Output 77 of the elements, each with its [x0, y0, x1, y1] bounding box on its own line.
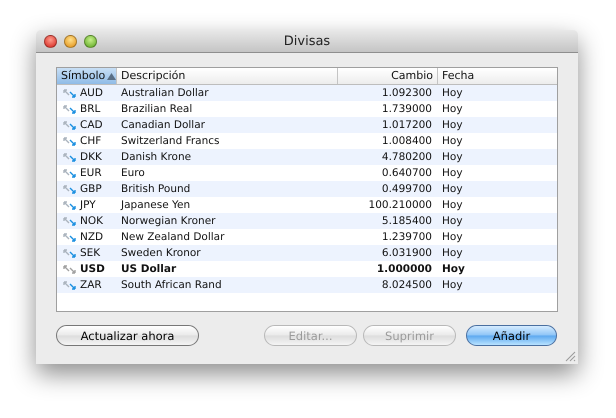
table-cell-text: Hoy — [441, 102, 464, 117]
column-header[interactable]: Símbolo — [57, 68, 117, 84]
exchange-arrows-icon — [63, 152, 77, 162]
exchange-arrows-icon — [63, 232, 77, 242]
table-cell-text: 8.024500 — [380, 278, 433, 293]
table-cell-text: ZAR — [80, 278, 102, 293]
table-cell-text: Switzerland Francs — [120, 134, 221, 149]
exchange-arrows-icon — [63, 216, 77, 226]
table-cell-text: 1.239700 — [380, 230, 433, 245]
table-cell-text: Sweden Kronor — [120, 246, 202, 261]
table-cell-text: Japanese Yen — [120, 198, 192, 213]
table-cell-text: 1.000000 — [376, 262, 433, 277]
table-cell-text: 1.739000 — [380, 102, 433, 117]
table-cell-text: JPY — [80, 198, 96, 213]
exchange-arrows-icon — [63, 184, 77, 194]
exchange-arrows-icon — [63, 280, 77, 290]
table-cell-text: DKK — [80, 150, 102, 165]
exchange-arrows-icon — [63, 136, 77, 146]
table-cell-text: US Dollar — [120, 262, 178, 277]
table-cell-text: EUR — [80, 166, 102, 181]
exchange-arrows-icon — [63, 248, 77, 258]
table-cell-text: Canadian Dollar — [120, 118, 206, 133]
table-cell-text: Australian Dollar — [120, 86, 210, 101]
table-cell-text: AUD — [80, 86, 103, 101]
table-cell-text: NOK — [80, 214, 104, 229]
table-cell-text: Brazilian Real — [120, 102, 194, 117]
table-cell-text: Hoy — [441, 86, 464, 101]
table-cell-text: Hoy — [441, 182, 464, 197]
table-cell-text: 6.031900 — [380, 246, 433, 261]
table-cell-text: 5.185400 — [380, 214, 433, 229]
minimize-button[interactable] — [64, 34, 77, 48]
push-button[interactable]: Añadir — [466, 325, 557, 346]
table-cell-text: British Pound — [120, 182, 192, 197]
table-cell-text: Danish Krone — [120, 150, 192, 165]
table-cell-text: 1.008400 — [380, 134, 433, 149]
push-button[interactable]: Actualizar ahora — [56, 325, 199, 346]
table-cell-text: Hoy — [441, 246, 464, 261]
table-cell-text: Hoy — [441, 230, 464, 245]
table-cell-text: 1.092300 — [380, 86, 433, 101]
exchange-arrows-icon — [63, 168, 77, 178]
table-cell-text: 0.640700 — [380, 166, 433, 181]
exchange-arrows-icon — [63, 200, 77, 210]
table-cell-text: NZD — [80, 230, 104, 245]
table-cell-text: Hoy — [441, 198, 464, 213]
table-cell-text: Euro — [120, 166, 146, 181]
table-cell-text: Hoy — [441, 118, 464, 133]
table-cell-text: 4.780200 — [380, 150, 433, 165]
resize-grip-icon — [565, 351, 576, 362]
zoom-button[interactable] — [84, 34, 97, 48]
table-cell-text: Hoy — [441, 166, 464, 181]
table-cell-text: CHF — [80, 134, 102, 149]
table-cell-text: Hoy — [441, 150, 464, 165]
window-title: Divisas — [284, 34, 330, 48]
close-button[interactable] — [44, 34, 57, 48]
table-cell-text: BRL — [80, 102, 100, 117]
table-cell-text: 0.499700 — [380, 182, 433, 197]
table-cell-text: CAD — [80, 118, 103, 133]
table-cell-text: Hoy — [441, 134, 464, 149]
table-cell-text: USD — [80, 262, 105, 277]
sort-up-icon — [107, 72, 116, 80]
table-cell-text: Hoy — [441, 214, 464, 229]
column-header[interactable]: Fecha — [438, 68, 557, 84]
exchange-arrows-icon — [63, 120, 77, 130]
table-cell-text: 1.017200 — [380, 118, 433, 133]
table-cell-text: Hoy — [441, 278, 464, 293]
table-cell-text: South African Rand — [120, 278, 223, 293]
table-cell-text: Norwegian Kroner — [120, 214, 216, 229]
column-header[interactable]: Cambio — [338, 68, 438, 84]
exchange-arrows-icon — [63, 88, 77, 98]
table-cell-text: New Zealand Dollar — [120, 230, 226, 245]
table-cell-text: Hoy — [441, 262, 466, 277]
exchange-arrows-icon — [63, 264, 77, 274]
table-cell-text: GBP — [80, 182, 102, 197]
column-header[interactable]: Descripción — [117, 68, 338, 84]
table-cell-text: 100.210000 — [368, 198, 433, 213]
exchange-arrows-icon — [63, 104, 77, 114]
table-cell-text: SEK — [80, 246, 100, 261]
